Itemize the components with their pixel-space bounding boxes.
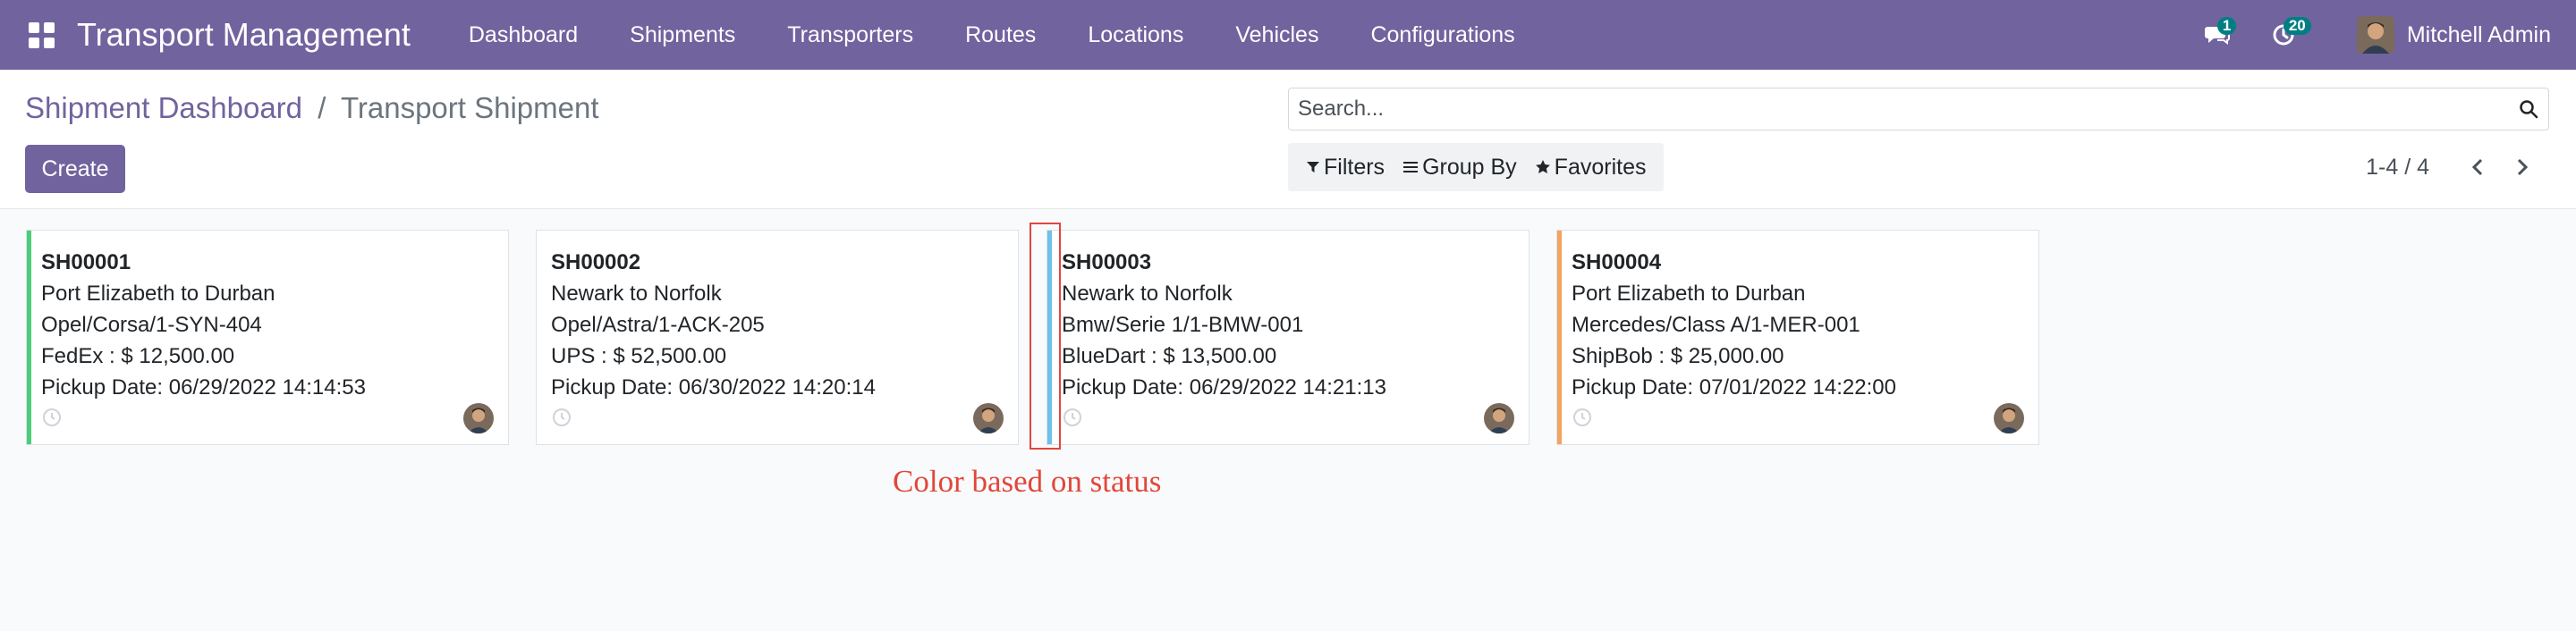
search-icon[interactable] <box>2509 99 2548 119</box>
shipment-route: Port Elizabeth to Durban <box>41 282 275 306</box>
breadcrumb: Shipment Dashboard / Transport Shipment <box>25 91 599 125</box>
responsible-avatar[interactable] <box>1994 403 2024 433</box>
breadcrumb-current: Transport Shipment <box>340 91 599 124</box>
menu-vehicles[interactable]: Vehicles <box>1209 0 1344 70</box>
shipment-pickup-date: Pickup Date: 07/01/2022 14:22:00 <box>1572 375 1896 400</box>
shipment-transporter-cost: ShipBob : $ 25,000.00 <box>1572 344 1784 368</box>
group-by-button[interactable]: Group By <box>1394 155 1526 181</box>
pager-previous-button[interactable] <box>2460 149 2496 185</box>
shipment-vehicle: Opel/Corsa/1-SYN-404 <box>41 313 262 337</box>
shipment-transporter-cost: BlueDart : $ 13,500.00 <box>1062 344 1277 368</box>
menu-configurations[interactable]: Configurations <box>1344 0 1540 70</box>
pager: 1-4 / 4 <box>2366 143 2540 191</box>
filters-button[interactable]: Filters <box>1297 155 1394 181</box>
favorites-button[interactable]: Favorites <box>1526 155 1656 181</box>
breadcrumb-separator: / <box>318 91 326 124</box>
shipment-pickup-date: Pickup Date: 06/29/2022 14:14:53 <box>41 375 366 400</box>
responsible-avatar[interactable] <box>973 403 1004 433</box>
shipment-pickup-date: Pickup Date: 06/30/2022 14:20:14 <box>551 375 876 400</box>
shipment-route: Newark to Norfolk <box>1062 282 1233 306</box>
shipment-card[interactable]: SH00004 Port Elizabeth to Durban Mercede… <box>1556 230 2039 445</box>
breadcrumb-parent[interactable]: Shipment Dashboard <box>25 91 302 124</box>
shipment-vehicle: Bmw/Serie 1/1-BMW-001 <box>1062 313 1304 337</box>
shipment-card[interactable]: SH00002 Newark to Norfolk Opel/Astra/1-A… <box>536 230 1019 445</box>
menu-dashboard[interactable]: Dashboard <box>443 0 604 70</box>
shipment-route: Newark to Norfolk <box>551 282 722 306</box>
responsible-avatar[interactable] <box>1484 403 1514 433</box>
status-color-bar <box>1557 231 1562 444</box>
shipment-route: Port Elizabeth to Durban <box>1572 282 1806 306</box>
activities-button[interactable]: 20 <box>2266 17 2311 53</box>
apps-menu-icon[interactable] <box>21 15 61 55</box>
pager-next-button[interactable] <box>2504 149 2540 185</box>
shipment-transporter-cost: UPS : $ 52,500.00 <box>551 344 727 368</box>
shipment-vehicle: Mercedes/Class A/1-MER-001 <box>1572 313 1860 337</box>
activity-clock-icon[interactable] <box>41 407 63 428</box>
shipment-pickup-date: Pickup Date: 06/29/2022 14:21:13 <box>1062 375 1386 400</box>
main-menu: Dashboard Shipments Transporters Routes … <box>443 0 1541 70</box>
systray: 1 20 Mitchell Admin <box>2199 0 2576 70</box>
user-avatar <box>2356 16 2394 54</box>
search-bar <box>1288 88 2549 130</box>
shipment-reference: SH00001 <box>41 250 131 274</box>
list-icon <box>1403 162 1419 172</box>
chevron-right-icon <box>2517 158 2529 176</box>
shipment-vehicle: Opel/Astra/1-ACK-205 <box>551 313 765 337</box>
activity-clock-icon[interactable] <box>1572 407 1593 428</box>
favorites-label: Favorites <box>1554 154 1647 180</box>
status-color-bar <box>27 231 31 444</box>
activities-count-badge: 20 <box>2283 17 2311 35</box>
activity-clock-icon[interactable] <box>551 407 572 428</box>
star-icon <box>1535 160 1550 173</box>
status-color-annotation: Color based on status <box>893 464 1162 499</box>
user-name: Mitchell Admin <box>2406 21 2551 47</box>
messages-button[interactable]: 1 <box>2199 17 2237 53</box>
shipment-reference: SH00002 <box>551 250 641 274</box>
search-options: Filters Group By Favorites <box>1288 143 1665 191</box>
pager-value[interactable]: 1-4 / 4 <box>2366 155 2429 181</box>
menu-transporters[interactable]: Transporters <box>761 0 939 70</box>
shipment-reference: SH00003 <box>1062 250 1152 274</box>
search-input[interactable] <box>1289 97 2509 122</box>
shipment-transporter-cost: FedEx : $ 12,500.00 <box>41 344 235 368</box>
top-navbar: Transport Management Dashboard Shipments… <box>0 0 2576 70</box>
filter-icon <box>1307 162 1319 172</box>
status-color-highlight-box <box>1030 223 1061 450</box>
chevron-left-icon <box>2471 158 2483 176</box>
group-by-label: Group By <box>1422 154 1517 180</box>
app-title[interactable]: Transport Management <box>77 16 411 54</box>
messages-count-badge: 1 <box>2216 17 2237 35</box>
shipment-reference: SH00004 <box>1572 250 1662 274</box>
responsible-avatar[interactable] <box>463 403 494 433</box>
filters-label: Filters <box>1324 154 1385 180</box>
shipment-card[interactable]: SH00001 Port Elizabeth to Durban Opel/Co… <box>26 230 509 445</box>
create-button[interactable]: Create <box>25 145 125 193</box>
shipment-card[interactable]: SH00003 Newark to Norfolk Bmw/Serie 1/1-… <box>1046 230 1530 445</box>
user-menu[interactable]: Mitchell Admin <box>2356 16 2551 54</box>
menu-shipments[interactable]: Shipments <box>604 0 761 70</box>
menu-routes[interactable]: Routes <box>939 0 1062 70</box>
control-panel: Shipment Dashboard / Transport Shipment … <box>0 70 2576 209</box>
activity-clock-icon[interactable] <box>1062 407 1083 428</box>
menu-locations[interactable]: Locations <box>1062 0 1209 70</box>
status-color-bar <box>537 231 541 444</box>
